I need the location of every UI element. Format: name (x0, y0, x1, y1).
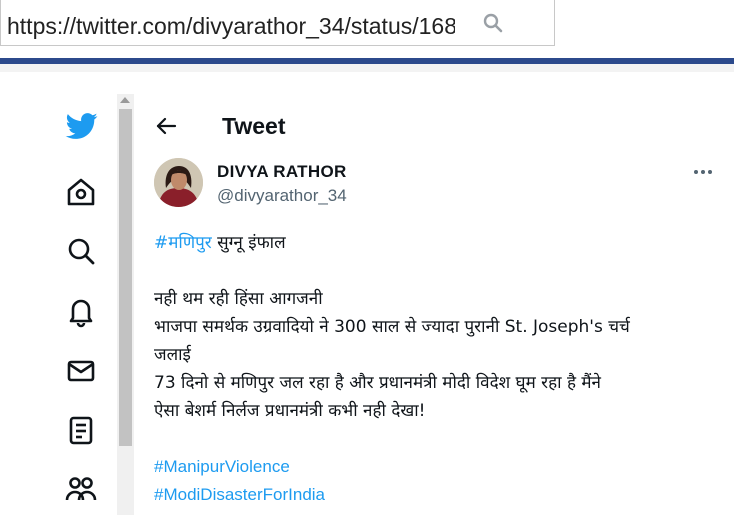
page-gap (0, 64, 734, 72)
hashtag-modi-disaster[interactable]: #ModiDisasterForIndia (154, 481, 720, 509)
author-name[interactable]: DIVYA RATHOR (217, 161, 347, 183)
search-icon[interactable] (482, 12, 504, 34)
messages-icon[interactable] (64, 354, 98, 388)
url-text[interactable]: https://twitter.com/divyarathor_34/statu… (7, 13, 455, 39)
twitter-bird-logo-icon[interactable] (64, 110, 100, 142)
tweet-location-text: सुग्नू इंफाल (211, 233, 286, 253)
scroll-thumb[interactable] (119, 109, 132, 446)
more-options-icon[interactable] (692, 165, 714, 179)
notifications-icon[interactable] (64, 294, 98, 328)
tweet-line-location: #मणिपुर सुग्नू इंफाल (154, 229, 720, 257)
tweet-text: #मणिपुर सुग्नू इंफाल नही थम रही हिंसा आग… (154, 229, 720, 509)
scroll-up-arrow-icon[interactable] (120, 97, 130, 103)
explore-icon[interactable] (64, 234, 98, 268)
tweet-line: नही थम रही हिंसा आगजनी (154, 289, 323, 309)
avatar[interactable] (154, 158, 203, 207)
communities-icon[interactable] (64, 472, 98, 506)
hashtag-manipur-violence[interactable]: #ManipurViolence (154, 453, 720, 481)
tweet-line: भाजपा समर्थक उग्रवादियो ने 300 साल से ज्… (154, 317, 630, 337)
scrollbar[interactable] (117, 94, 134, 515)
hashtag-manipur-hindi[interactable]: #मणिपुर (154, 233, 212, 253)
back-arrow-icon[interactable] (154, 114, 178, 138)
tweet-line: 73 दिनो से मणिपुर जल रहा है और प्रधानमंत… (154, 373, 601, 393)
address-bar[interactable]: https://twitter.com/divyarathor_34/statu… (0, 0, 555, 46)
author-handle[interactable]: @divyarathor_34 (217, 185, 347, 207)
tweet-line: ऐसा बेशर्म निर्लज प्रधानमंत्री कभी नही द… (154, 401, 426, 421)
home-icon[interactable] (64, 175, 98, 209)
tweet-line: जलाई (154, 345, 191, 365)
lists-icon[interactable] (64, 413, 98, 447)
page-title: Tweet (222, 113, 286, 139)
avatar-image (154, 158, 203, 207)
